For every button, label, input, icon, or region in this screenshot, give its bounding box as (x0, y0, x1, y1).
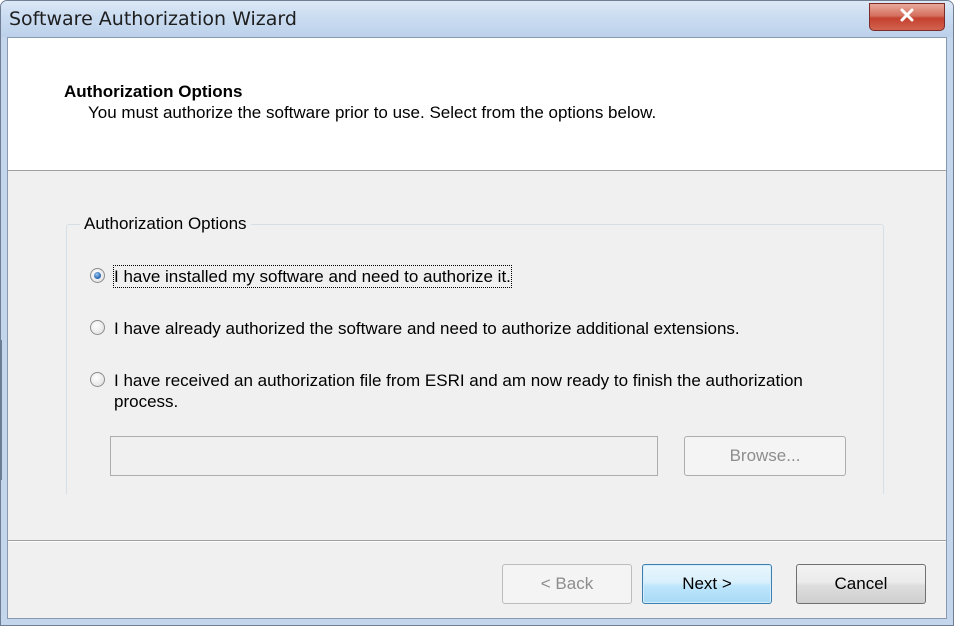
page-subtitle: You must authorize the software prior to… (88, 103, 657, 122)
wizard-body: Authorization Options You must authorize… (7, 37, 947, 619)
authorization-file-path-input[interactable] (110, 436, 658, 476)
window-title: Software Authorization Wizard (9, 8, 297, 30)
group-label: Authorization Options (80, 214, 251, 234)
background-window-edge (0, 340, 2, 480)
close-x-icon (899, 8, 915, 27)
option-finish-authorization[interactable]: I have received an authorization file fr… (90, 370, 810, 412)
browse-button[interactable]: Browse... (684, 436, 846, 476)
option-authorize-extensions[interactable]: I have already authorized the software a… (90, 318, 740, 339)
radio-button[interactable] (90, 320, 105, 335)
wizard-header: Authorization Options You must authorize… (8, 38, 946, 171)
wizard-window: Software Authorization Wizard Authorizat… (0, 0, 954, 626)
option-label: I have received an authorization file fr… (114, 371, 803, 411)
radio-button-checked[interactable] (90, 268, 105, 283)
radio-button[interactable] (90, 372, 105, 387)
option-label: I have installed my software and need to… (113, 265, 512, 288)
title-bar[interactable]: Software Authorization Wizard (1, 1, 953, 37)
close-button[interactable] (869, 3, 945, 31)
footer-divider (8, 540, 946, 542)
option-label: I have already authorized the software a… (114, 319, 740, 338)
cancel-button[interactable]: Cancel (796, 564, 926, 604)
back-button[interactable]: < Back (502, 564, 632, 604)
option-authorize-software[interactable]: I have installed my software and need to… (90, 265, 512, 288)
page-title: Authorization Options (64, 82, 243, 101)
next-button[interactable]: Next > (642, 564, 772, 604)
